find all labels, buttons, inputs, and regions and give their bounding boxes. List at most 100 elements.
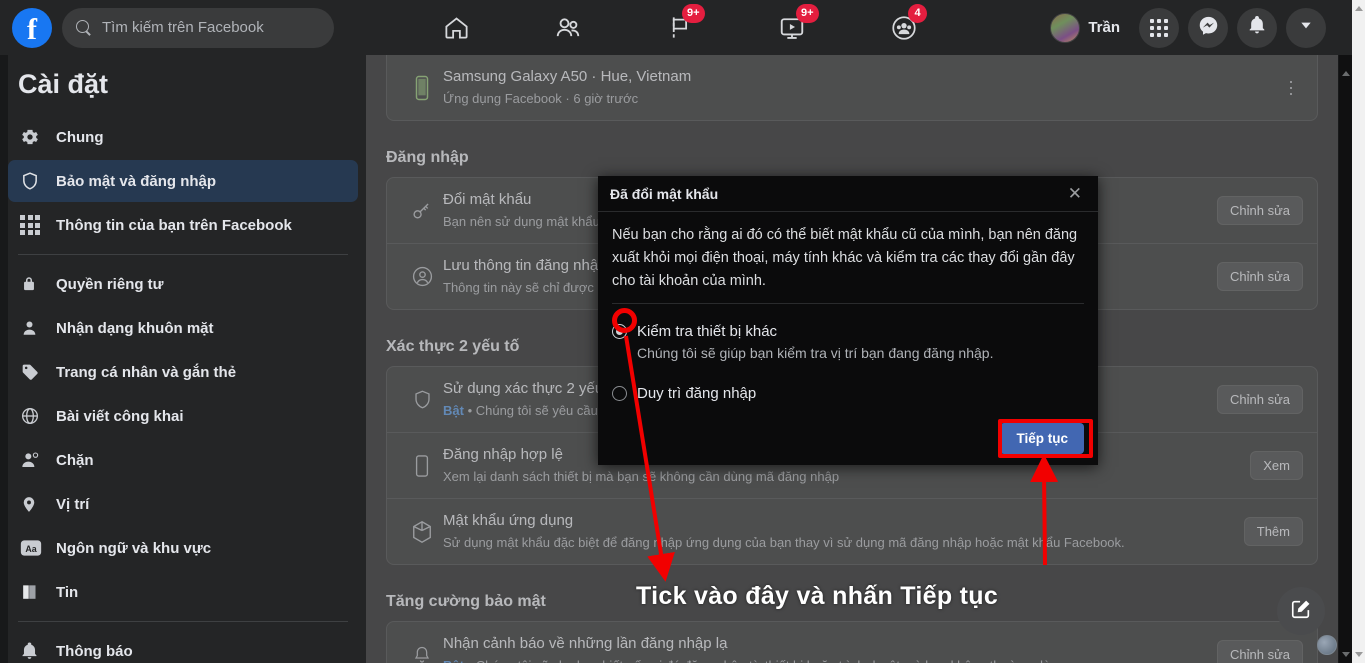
notifications-button[interactable] (1237, 7, 1277, 48)
chevron-up-icon[interactable] (1354, 6, 1363, 11)
close-icon[interactable]: ✕ (1064, 183, 1086, 204)
edit-button[interactable]: Chỉnh sửa (1216, 262, 1303, 291)
profile-chip[interactable]: Trần (1047, 10, 1130, 46)
row-text: Mật khẩu ứng dụng Sử dụng mật khẩu đặc b… (443, 511, 1234, 552)
page-scrollbar[interactable] (1339, 55, 1352, 663)
facebook-logo-icon[interactable]: f (12, 7, 52, 48)
device-card: Samsung Galaxy A50 · Hue, Vietnam Ứng dụ… (386, 55, 1318, 121)
lock-icon (20, 274, 50, 294)
row-nhan-canh-bao[interactable]: Nhận cảnh báo về những lần đăng nhập lạ … (387, 622, 1317, 663)
sidebar-item-nhan-dang-khuon-mat[interactable]: Nhận dạng khuôn mặt (8, 307, 358, 349)
row-subtitle-text: • Chúng tôi sẽ cho bạn biết nếu ai đó đă… (464, 658, 1065, 663)
security-boost-card: Nhận cảnh báo về những lần đăng nhập lạ … (386, 621, 1318, 663)
browser-scrollbar[interactable] (1352, 0, 1365, 663)
search-input[interactable]: Tìm kiếm trên Facebook (62, 7, 334, 48)
messenger-button[interactable] (1188, 7, 1228, 48)
grid-icon (1150, 18, 1168, 37)
shield-icon (401, 388, 443, 411)
view-button[interactable]: Xem (1250, 451, 1303, 480)
row-text: Nhận cảnh báo về những lần đăng nhập lạ … (443, 634, 1207, 663)
nav-pages[interactable]: 9+ (624, 0, 736, 55)
option-duy-tri-dang-nhap[interactable]: Duy trì đăng nhập (598, 374, 1098, 413)
left-edge-strip (0, 55, 8, 663)
sidebar-item-label: Chặn (56, 451, 94, 469)
nav-groups-badge: 4 (908, 4, 927, 23)
book-icon (20, 582, 50, 602)
mobile-device-icon (401, 75, 443, 101)
chevron-down-icon[interactable] (1354, 652, 1363, 657)
cube-icon (401, 520, 443, 544)
sidebar-item-vi-tri[interactable]: Vị trí (8, 483, 358, 525)
block-user-icon (20, 450, 50, 470)
more-vertical-icon[interactable]: ⋯ (1279, 79, 1303, 97)
shield-icon (20, 170, 50, 192)
sidebar-item-thong-tin-cua-ban[interactable]: Thông tin của bạn trên Facebook (8, 204, 358, 246)
facebook-logo-letter: f (27, 12, 37, 46)
add-button[interactable]: Thêm (1243, 517, 1303, 546)
edit-button[interactable]: Chỉnh sửa (1216, 640, 1303, 663)
nav-watch[interactable]: 9+ (736, 0, 848, 55)
nav-center-group: 9+ 9+ 4 (400, 0, 960, 55)
sidebar-item-thong-bao[interactable]: Thông báo (8, 630, 358, 663)
device-subtitle: Ứng dụng Facebook · 6 giờ trước (443, 91, 639, 106)
edit-button[interactable]: Chỉnh sửa (1216, 385, 1303, 414)
search-placeholder: Tìm kiếm trên Facebook (102, 19, 264, 36)
settings-sidebar: Cài đặt Chung Bảo mật và đăng nhập Thông… (0, 55, 366, 663)
sidebar-item-label: Tin (56, 583, 79, 601)
tag-icon (20, 362, 50, 382)
sidebar-divider (18, 621, 348, 622)
menu-grid-button[interactable] (1139, 7, 1179, 48)
continue-button[interactable]: Tiếp tục (1000, 423, 1084, 454)
nav-home[interactable] (400, 0, 512, 55)
nav-groups[interactable]: 4 (848, 0, 960, 55)
section-heading-tang-cuong-bao-mat: Tăng cường bảo mật (386, 593, 546, 610)
home-icon (443, 14, 470, 41)
face-icon (20, 318, 50, 338)
sidebar-item-bao-mat-va-dang-nhap[interactable]: Bảo mật và đăng nhập (8, 160, 358, 202)
bell-icon (20, 641, 50, 661)
sidebar-item-trang-ca-nhan-va-gan-the[interactable]: Trang cá nhân và gắn thẻ (8, 351, 358, 393)
language-icon: Aa (20, 538, 50, 558)
dialog-title: Đã đổi mật khẩu (610, 185, 719, 202)
sidebar-item-label: Chung (56, 128, 104, 146)
gear-icon (20, 127, 50, 147)
person-circle-icon (401, 265, 443, 288)
row-subtitle: Bật • Chúng tôi sẽ cho bạn biết nếu ai đ… (443, 656, 1207, 663)
row-mat-khau-ung-dung[interactable]: Mật khẩu ứng dụng Sử dụng mật khẩu đặc b… (387, 499, 1317, 564)
app-root: f Tìm kiếm trên Facebook 9+ 9+ 4 Trần Cà… (0, 0, 1365, 663)
sidebar-item-chung[interactable]: Chung (8, 116, 358, 158)
section-heading-dang-nhap: Đăng nhập (386, 149, 469, 166)
account-menu-button[interactable] (1286, 7, 1326, 48)
sidebar-divider (18, 254, 348, 255)
page-title: Cài đặt (18, 69, 109, 99)
sidebar-item-tin[interactable]: Tin (8, 571, 358, 613)
option-sublabel: Chúng tôi sẽ giúp bạn kiểm tra vị trí bạ… (637, 345, 994, 361)
option-kiem-tra-thiet-bi-khac[interactable]: Kiểm tra thiết bị khác Chúng tôi sẽ giúp… (598, 312, 1098, 374)
dialog-body: Nếu bạn cho rằng ai đó có thể biết mật k… (598, 212, 1098, 312)
nav-friends[interactable] (512, 0, 624, 55)
sidebar-item-quyen-rieng-tu[interactable]: Quyền riêng tư (8, 263, 358, 305)
pin-icon (20, 494, 50, 515)
chevron-down-icon[interactable] (1341, 652, 1350, 657)
nav-right-group: Trần (1047, 0, 1326, 55)
mobile-device-icon (401, 454, 443, 478)
radio-button-selected[interactable] (612, 324, 627, 339)
row-title: Mật khẩu ứng dụng (443, 512, 574, 529)
compose-button[interactable] (1277, 587, 1325, 635)
chevron-up-icon[interactable] (1341, 71, 1350, 76)
option-text: Kiểm tra thiết bị khác Chúng tôi sẽ giúp… (637, 322, 993, 364)
compose-icon (1290, 598, 1312, 625)
device-row[interactable]: Samsung Galaxy A50 · Hue, Vietnam Ứng dụ… (387, 55, 1317, 120)
search-icon (76, 19, 92, 36)
option-label: Kiểm tra thiết bị khác (637, 323, 778, 340)
sidebar-item-ngon-ngu-va-khu-vuc[interactable]: Aa Ngôn ngữ và khu vực (8, 527, 358, 569)
radio-button-unselected[interactable] (612, 386, 627, 401)
globe-icon[interactable] (1317, 635, 1337, 655)
edit-button[interactable]: Chỉnh sửa (1216, 196, 1303, 225)
device-title: Samsung Galaxy A50 · Hue, Vietnam (443, 68, 692, 85)
top-navigation-bar: f Tìm kiếm trên Facebook 9+ 9+ 4 Trần (0, 0, 1352, 55)
sidebar-item-chan[interactable]: Chặn (8, 439, 358, 481)
sidebar-item-label: Quyền riêng tư (56, 275, 164, 293)
sidebar-item-bai-viet-cong-khai[interactable]: Bài viết công khai (8, 395, 358, 437)
status-badge: Bật (443, 658, 464, 663)
